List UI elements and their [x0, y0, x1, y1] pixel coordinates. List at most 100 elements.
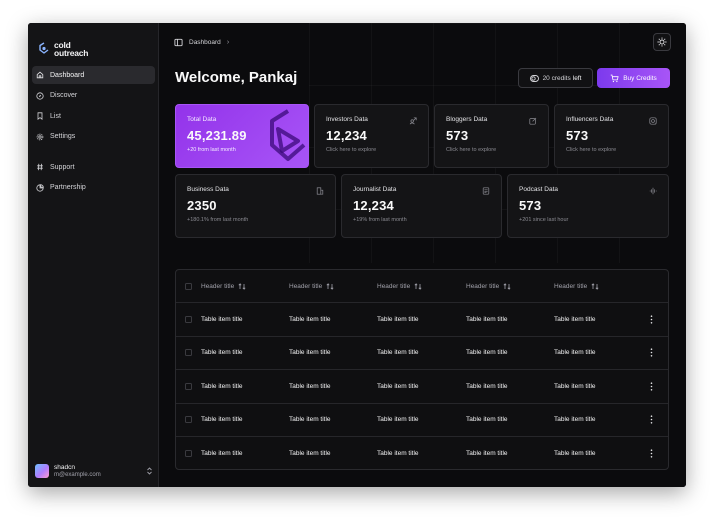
column-header-label: Header title [289, 282, 323, 290]
table-cell: Table item title [554, 450, 596, 458]
card-title: Podcast Data [519, 186, 559, 193]
logo[interactable]: cold outreach [28, 23, 158, 63]
card-title: Business Data [187, 186, 229, 193]
credits-indicator[interactable]: 20 credits left [518, 68, 593, 88]
column-header[interactable]: Header title [466, 283, 511, 290]
sidebar-item-dashboard[interactable]: Dashboard [32, 66, 155, 84]
sidebar-item-discover[interactable]: Discover [32, 87, 155, 105]
more-vertical-icon[interactable] [650, 382, 653, 391]
column-header[interactable]: Header title [377, 283, 422, 290]
sidebar-item-partnership[interactable]: Partnership [32, 179, 155, 197]
sidebar-item-label: Support [50, 163, 75, 171]
row-checkbox[interactable] [185, 349, 192, 357]
table-cell: Table item title [377, 382, 419, 390]
row-checkbox[interactable] [185, 382, 192, 390]
table-cell: Table item title [554, 349, 596, 357]
logo-text: cold outreach [54, 40, 88, 57]
card-value: 573 [566, 128, 589, 143]
card-title: Journalist Data [353, 186, 397, 193]
hash-icon [37, 163, 43, 171]
column-header-label: Header title [554, 282, 588, 290]
card-bloggers-data[interactable]: Bloggers Data 573 Click here to explore [434, 104, 549, 168]
sun-icon [657, 37, 667, 47]
table-row[interactable]: Table item title Table item title Table … [176, 437, 668, 469]
sidebar-toggle-icon[interactable] [174, 38, 183, 47]
avatar [35, 464, 49, 478]
data-table: Header title Header title Header title H… [175, 269, 669, 470]
row-checkbox[interactable] [185, 316, 192, 324]
page-title: Welcome, Pankaj [175, 69, 298, 86]
table-cell: Table item title [377, 416, 419, 424]
table-cell: Table item title [289, 316, 331, 324]
person-arrow-icon [409, 117, 417, 125]
table-cell: Table item title [466, 416, 508, 424]
card-subtitle: +180.1% from last month [187, 217, 249, 223]
card-total-data[interactable]: Total Data 45,231.89 +20 from last month [175, 104, 309, 168]
sidebar-item-support[interactable]: Support [32, 158, 155, 176]
user-email: m@example.com [54, 472, 101, 478]
more-vertical-icon[interactable] [650, 449, 653, 458]
more-vertical-icon[interactable] [650, 415, 653, 424]
card-business-data[interactable]: Business Data 2350 +180.1% from last mon… [175, 174, 336, 238]
card-subtitle: +19% from last month [353, 217, 407, 223]
sort-icon [591, 282, 599, 290]
theme-toggle-button[interactable] [653, 33, 671, 51]
buy-credits-button[interactable]: Buy Credits [597, 68, 670, 88]
table-cell: Table item title [466, 450, 508, 458]
table-row[interactable]: Table item title Table item title Table … [176, 303, 668, 337]
table-row[interactable]: Table item title Table item title Table … [176, 404, 668, 437]
select-all-checkbox[interactable] [185, 282, 192, 290]
sort-icon [326, 282, 334, 290]
compass-icon [36, 91, 44, 100]
table-cell: Table item title [201, 450, 243, 458]
table-cell: Table item title [554, 416, 596, 424]
chevron-up-down-icon [147, 467, 152, 475]
table-cell: Table item title [201, 416, 243, 424]
table-cell: Table item title [201, 316, 243, 324]
card-subtitle: +201 since last hour [519, 217, 569, 223]
table-cell: Table item title [377, 450, 419, 458]
table-row[interactable]: Table item title Table item title Table … [176, 337, 668, 371]
table-cell: Table item title [289, 416, 331, 424]
logo-icon [39, 41, 49, 54]
card-investors-data[interactable]: Investors Data 12,234 Click here to expl… [314, 104, 429, 168]
table-row[interactable]: Table item title Table item title Table … [176, 370, 668, 404]
card-value: 12,234 [326, 128, 367, 143]
card-influencers-data[interactable]: Influencers Data 573 Click here to explo… [554, 104, 669, 168]
sort-icon [414, 282, 422, 290]
user-menu[interactable]: shadcn m@example.com [35, 464, 153, 478]
buy-credits-label: Buy Credits [623, 74, 657, 82]
sidebar-item-list[interactable]: List [32, 107, 155, 125]
row-checkbox[interactable] [185, 416, 192, 424]
column-header[interactable]: Header title [201, 283, 246, 290]
table-cell: Table item title [554, 316, 596, 324]
table-cell: Table item title [377, 316, 419, 324]
column-header-label: Header title [377, 282, 411, 290]
table-cell: Table item title [554, 382, 596, 390]
more-vertical-icon[interactable] [650, 315, 653, 324]
breadcrumb[interactable]: Dashboard [189, 39, 221, 46]
card-journalist-data[interactable]: Journalist Data 12,234 +19% from last mo… [341, 174, 502, 238]
card-podcast-data[interactable]: Podcast Data 573 +201 since last hour [507, 174, 669, 238]
card-title: Bloggers Data [446, 116, 488, 123]
credits-suffix: left [572, 74, 582, 82]
row-checkbox[interactable] [185, 450, 192, 458]
logo-watermark-icon [270, 109, 306, 161]
table-cell: Table item title [201, 349, 243, 357]
credits-count: 20 credits [542, 74, 571, 82]
column-header[interactable]: Header title [554, 283, 599, 290]
sidebar-nav: Dashboard Discover List Settings Support [28, 63, 158, 197]
sidebar-item-label: Settings [50, 133, 76, 140]
sidebar: cold outreach Dashboard Discover List Se… [28, 23, 159, 487]
sort-icon [238, 282, 246, 290]
column-header[interactable]: Header title [289, 283, 334, 290]
sort-icon [503, 282, 511, 290]
more-vertical-icon[interactable] [650, 348, 653, 358]
sidebar-item-settings[interactable]: Settings [32, 128, 155, 146]
card-subtitle: Click here to explore [326, 147, 377, 153]
table-cell: Table item title [289, 349, 331, 357]
table-cell: Table item title [466, 349, 508, 357]
table-cell: Table item title [466, 316, 508, 324]
topbar: Dashboard › [159, 23, 686, 61]
sidebar-item-label: Partnership [50, 184, 86, 191]
